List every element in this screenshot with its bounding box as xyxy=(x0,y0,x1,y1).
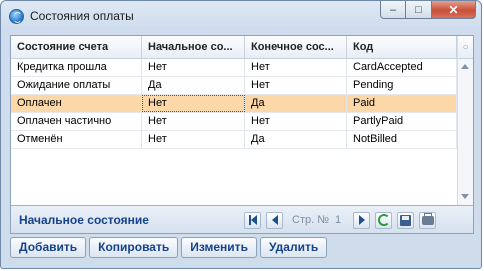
cell-initial[interactable]: Да xyxy=(142,77,245,94)
cell-final[interactable]: Нет xyxy=(245,59,347,76)
next-page-button[interactable] xyxy=(353,211,371,229)
maximize-button[interactable]: □ xyxy=(406,1,432,19)
cell-final[interactable]: Да xyxy=(245,131,347,148)
table-row-selected[interactable]: Оплачен Нет Да Paid xyxy=(11,95,457,113)
prev-page-button[interactable] xyxy=(266,211,283,229)
delete-button[interactable]: Удалить xyxy=(259,237,328,258)
cell-final[interactable]: Да xyxy=(245,95,347,112)
cell-final[interactable]: Нет xyxy=(245,77,347,94)
payment-states-window: Состояния оплаты – □ ✕ Состояние счета Н… xyxy=(0,0,482,269)
page-label: Стр. № xyxy=(292,214,330,226)
add-button[interactable]: Добавить xyxy=(10,237,87,258)
page-number[interactable]: 1 xyxy=(335,214,353,226)
grid-header: Состояние счета Начальное со... Конечное… xyxy=(11,36,457,59)
first-page-button[interactable] xyxy=(244,211,261,229)
column-header-code[interactable]: Код xyxy=(347,36,457,58)
prev-page-icon xyxy=(271,215,278,225)
column-chooser-icon[interactable]: ○ xyxy=(458,36,473,59)
footer-label: Начальное состояние xyxy=(19,213,149,227)
column-header-state[interactable]: Состояние счета xyxy=(11,36,142,58)
cell-code[interactable]: PartlyPaid xyxy=(347,113,457,130)
vertical-scrollbar[interactable]: ○ xyxy=(457,36,473,205)
cell-initial[interactable]: Нет xyxy=(142,59,245,76)
cell-initial-focused[interactable]: Нет xyxy=(142,95,245,112)
refresh-icon xyxy=(377,214,390,226)
scroll-down-icon[interactable] xyxy=(461,194,469,199)
cell-code[interactable]: NotBilled xyxy=(347,131,457,148)
scroll-up-icon[interactable] xyxy=(461,64,469,69)
table-row[interactable]: Отменён Нет Да NotBilled xyxy=(11,131,457,149)
window-controls: – □ ✕ xyxy=(380,1,476,20)
minimize-button[interactable]: – xyxy=(380,1,406,19)
cell-state[interactable]: Отменён xyxy=(11,131,142,148)
cell-state[interactable]: Оплачен xyxy=(11,95,142,112)
payment-states-grid: Состояние счета Начальное со... Конечное… xyxy=(10,35,474,234)
table-row[interactable]: Кредитка прошла Нет Нет CardAccepted xyxy=(11,59,457,77)
cell-initial[interactable]: Нет xyxy=(142,131,245,148)
copy-button[interactable]: Копировать xyxy=(89,237,179,258)
next-page-icon xyxy=(358,215,365,225)
print-icon xyxy=(421,212,434,225)
action-buttons: Добавить Копировать Изменить Удалить xyxy=(10,237,330,258)
cell-code[interactable]: CardAccepted xyxy=(347,59,457,76)
edit-button[interactable]: Изменить xyxy=(181,237,257,258)
cell-initial[interactable]: Нет xyxy=(142,113,245,130)
cell-final[interactable]: Нет xyxy=(245,113,347,130)
window-title: Состояния оплаты xyxy=(30,9,134,23)
cell-state[interactable]: Кредитка прошла xyxy=(11,59,142,76)
save-icon xyxy=(400,214,412,226)
pager: Стр. № 1 xyxy=(244,211,441,229)
cell-state[interactable]: Оплачен частично xyxy=(11,113,142,130)
title-bar[interactable]: Состояния оплаты – □ ✕ xyxy=(1,1,481,31)
refresh-button[interactable] xyxy=(375,211,393,229)
column-header-initial[interactable]: Начальное со... xyxy=(142,36,245,58)
cell-code[interactable]: Pending xyxy=(347,77,457,94)
grid-footer: Начальное состояние Стр. № 1 xyxy=(11,205,473,233)
grid-rows: Кредитка прошла Нет Нет CardAccepted Ожи… xyxy=(11,59,457,149)
save-button[interactable] xyxy=(397,211,415,229)
cell-code[interactable]: Paid xyxy=(347,95,457,112)
close-button[interactable]: ✕ xyxy=(432,1,476,19)
table-row[interactable]: Ожидание оплаты Да Нет Pending xyxy=(11,77,457,95)
column-header-final[interactable]: Конечное сос... xyxy=(245,36,347,58)
first-page-icon xyxy=(250,215,257,225)
cell-state[interactable]: Ожидание оплаты xyxy=(11,77,142,94)
table-row[interactable]: Оплачен частично Нет Нет PartlyPaid xyxy=(11,113,457,131)
print-button[interactable] xyxy=(419,211,437,229)
globe-icon xyxy=(9,9,24,24)
